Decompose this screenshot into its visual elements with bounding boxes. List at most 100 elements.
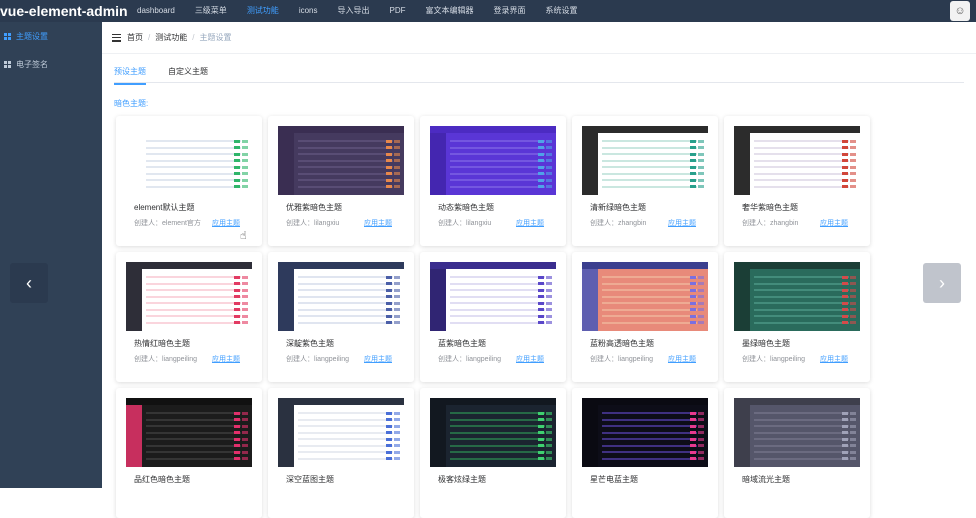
theme-card: 热情红暗色主题创建人：liangpeiling 应用主题	[116, 252, 262, 382]
user-avatar[interactable]: ☺	[950, 1, 970, 21]
apply-theme-link[interactable]: 应用主题	[820, 354, 848, 364]
theme-card-title: 星芒电蓝主题	[590, 475, 638, 484]
apply-theme-link[interactable]: 应用主题	[820, 218, 848, 228]
top-nav-item[interactable]: dashboard	[127, 0, 185, 22]
apply-theme-link[interactable]: 应用主题	[212, 354, 240, 364]
theme-card-title: 奢华紫暗色主题	[742, 203, 798, 212]
theme-card-creator: 创建人：element官方	[134, 220, 201, 227]
theme-card-title: 深空蓝图主题	[286, 475, 334, 484]
theme-card: 蓝粉高透暗色主题 创建人：liangpeiling 应用主题	[572, 252, 718, 382]
breadcrumb-item: 主题设置	[199, 33, 232, 42]
theme-preview-image	[126, 126, 252, 195]
brand-title[interactable]: vue-element-admin	[0, 3, 128, 19]
theme-card-title: 品红色暗色主题	[134, 475, 190, 484]
apply-theme-link[interactable]: 应用主题	[212, 218, 240, 228]
theme-preview-image	[582, 262, 708, 331]
chevron-left-icon: ‹	[26, 272, 32, 293]
theme-card: 清新绿暗色主题 创建人：zhangbin 应用主题	[572, 116, 718, 246]
breadcrumb-bar: 首页 / 测试功能 / 主题设置	[102, 22, 976, 54]
top-nav-item[interactable]: 导入导出	[328, 0, 380, 22]
top-nav-item[interactable]: 测试功能	[237, 0, 289, 22]
theme-preview-image	[430, 398, 556, 467]
theme-card: 深靛紫色主题创建人：liangpeiling 应用主题	[268, 252, 414, 382]
top-navbar: vue-element-admin dashboard 三级菜单 测试功能 icons…	[0, 0, 976, 22]
theme-preview-image	[582, 398, 708, 467]
hand-cursor-icon: ☝	[240, 230, 247, 242]
apply-theme-link[interactable]: 应用主题	[364, 218, 392, 228]
top-nav-item[interactable]: 三级菜单	[185, 0, 237, 22]
theme-card-creator: 创建人：zhangbin	[742, 220, 799, 227]
theme-card-creator: 创建人：liangpeiling	[590, 356, 654, 363]
theme-card-grid: element默认主题 创建人：element官方 应用主题 优雅紫暗色主题 创建人：l…	[116, 116, 870, 518]
top-nav-item[interactable]: icons	[289, 0, 328, 22]
theme-card: 奢华紫暗色主题 创建人：zhangbin 应用主题	[724, 116, 870, 246]
apply-theme-link[interactable]: 应用主题	[668, 354, 696, 364]
sidebar: 主题设置 电子签名	[0, 22, 102, 488]
theme-card: 动态紫暗色主题 创建人：lilangxiu 应用主题	[420, 116, 566, 246]
theme-card-creator: 创建人：liangpeiling	[742, 356, 806, 363]
theme-card: 墨绿暗色主题创建人：liangpeiling 应用主题	[724, 252, 870, 382]
theme-card: 优雅紫暗色主题 创建人：lilangxiu 应用主题	[268, 116, 414, 246]
theme-card-creator: 创建人：liangpeiling	[438, 356, 502, 363]
sidebar-item-label: 电子签名	[16, 59, 48, 69]
hamburger-icon[interactable]	[112, 33, 121, 42]
theme-card: 品红色暗色主题	[116, 388, 262, 518]
theme-preview-image	[430, 262, 556, 331]
tab-divider	[114, 82, 964, 83]
sidebar-item-label: 主题设置	[16, 31, 48, 41]
theme-preview-image	[582, 126, 708, 195]
theme-card-creator: 创建人：liangpeiling	[134, 356, 198, 363]
theme-card-creator: 创建人：lilangxiu	[438, 220, 492, 227]
theme-card-title: 极客炫绿主题	[438, 475, 486, 484]
main-content: 首页 / 测试功能 / 主题设置 预设主题 自定义主题 暗色主题: element默认主题…	[102, 22, 976, 518]
carousel-prev-button[interactable]: ‹	[10, 263, 48, 303]
sidebar-item[interactable]: 电子签名	[0, 50, 102, 78]
theme-card: 蓝紫暗色主题创建人：liangpeiling 应用主题	[420, 252, 566, 382]
theme-preview-image	[278, 126, 404, 195]
breadcrumb: 首页 / 测试功能 / 主题设置	[127, 32, 231, 43]
apply-theme-link[interactable]: 应用主题	[516, 354, 544, 364]
theme-card-title: 墨绿暗色主题	[742, 339, 790, 348]
section-title: 暗色主题:	[114, 99, 149, 108]
chevron-right-icon: ›	[939, 272, 945, 293]
breadcrumb-item[interactable]: 测试功能	[155, 32, 187, 43]
top-nav-item[interactable]: PDF	[380, 0, 416, 22]
theme-card-title: 动态紫暗色主题	[438, 203, 494, 212]
top-nav-menu: dashboard 三级菜单 测试功能 icons 导入导出 PDF 富文本编辑器 登录界面系…	[127, 0, 588, 22]
theme-preview-image	[734, 262, 860, 331]
theme-card-creator: 创建人：lilangxiu	[286, 220, 340, 227]
theme-card-title: 清新绿暗色主题	[590, 203, 646, 212]
theme-card-title: 深靛紫色主题	[286, 339, 334, 348]
theme-preview-image	[430, 126, 556, 195]
theme-card-title: 热情红暗色主题	[134, 339, 190, 348]
theme-card-title: 蓝紫暗色主题	[438, 339, 486, 348]
theme-card-title: element默认主题	[134, 203, 195, 212]
theme-preview-image	[126, 398, 252, 467]
carousel-next-button[interactable]: ›	[923, 263, 961, 303]
top-nav-item[interactable]: 富文本编辑器	[416, 0, 484, 22]
theme-card: 暗域流光主题	[724, 388, 870, 518]
theme-card-title: 暗域流光主题	[742, 475, 790, 484]
theme-card-title: 优雅紫暗色主题	[286, 203, 342, 212]
theme-card: 极客炫绿主题	[420, 388, 566, 518]
theme-preview-image	[734, 398, 860, 467]
top-nav-item[interactable]: 系统设置	[536, 0, 588, 22]
theme-card: element默认主题 创建人：element官方 应用主题	[116, 116, 262, 246]
theme-preview-image	[278, 398, 404, 467]
apply-theme-link[interactable]: 应用主题	[364, 354, 392, 364]
grid-icon	[4, 60, 11, 68]
theme-preview-image	[278, 262, 404, 331]
theme-preview-image	[734, 126, 860, 195]
theme-card: 深空蓝图主题	[268, 388, 414, 518]
apply-theme-link[interactable]: 应用主题	[668, 218, 696, 228]
theme-card-creator: 创建人：liangpeiling	[286, 356, 350, 363]
sidebar-item[interactable]: 主题设置	[0, 22, 102, 50]
theme-card-creator: 创建人：zhangbin	[590, 220, 647, 227]
grid-icon	[4, 32, 11, 40]
apply-theme-link[interactable]: 应用主题	[516, 218, 544, 228]
top-nav-item[interactable]: 登录界面	[484, 0, 536, 22]
breadcrumb-item[interactable]: 首页	[127, 32, 143, 43]
breadcrumb-separator: /	[148, 33, 151, 42]
theme-card-title: 蓝粉高透暗色主题	[590, 339, 654, 348]
breadcrumb-separator: /	[192, 33, 195, 42]
